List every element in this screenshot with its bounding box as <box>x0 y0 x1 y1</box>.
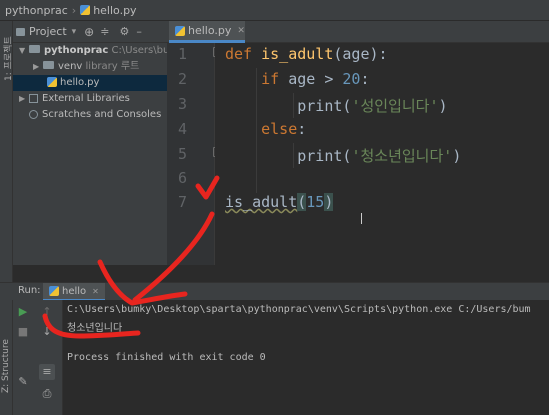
arrow-shaft-stroke <box>132 211 215 303</box>
hand-drawn-annotation <box>42 175 220 339</box>
underline-stroke <box>42 313 141 339</box>
checkmark-stroke <box>195 175 220 200</box>
